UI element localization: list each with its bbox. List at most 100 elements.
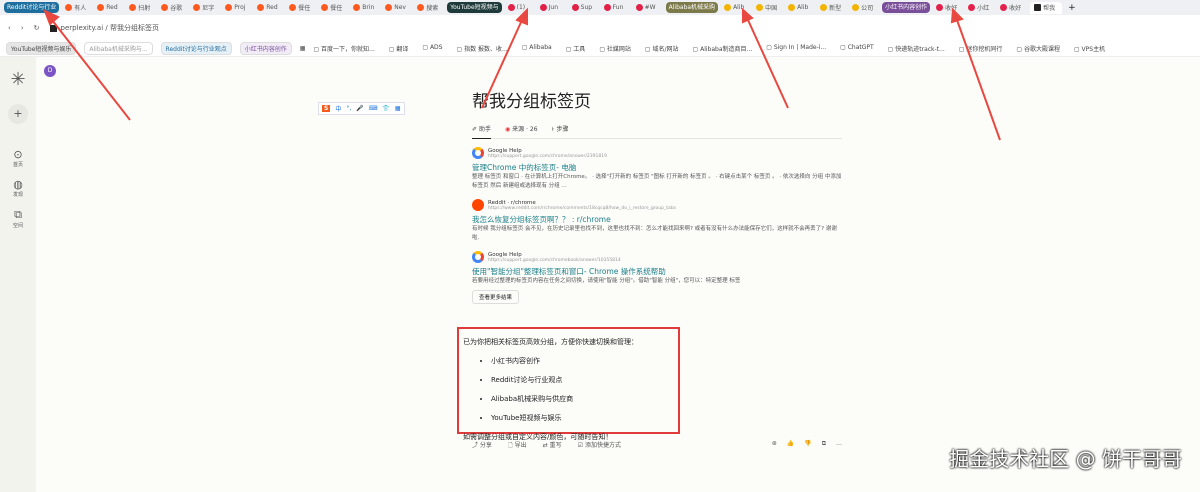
tab-group-youtube[interactable]: YouTube短视频与 [447,2,502,13]
browser-tab[interactable]: Red [253,2,285,14]
copy-icon[interactable]: ⧉ [822,440,826,451]
browser-tab[interactable]: 收好 [932,2,964,14]
favicon-icon [321,4,329,11]
grid-icon[interactable]: ▦ [395,105,401,112]
export-button[interactable]: 🗋 导出 [508,440,527,451]
bookmark-item[interactable]: ▢ 工具 [566,44,586,53]
result-url[interactable]: https://www.reddit.com/r/chrome/comments… [488,206,676,211]
new-tab-button[interactable]: + [1068,3,1076,13]
watermark: 掘金技术社区 @ 饼干哥哥 [949,447,1182,471]
skin-icon[interactable]: 👕 [382,105,389,112]
bookmark-group[interactable]: Alibaba机械采购与... [84,42,153,55]
tab-steps[interactable]: ⊦ 步骤 [552,124,569,133]
browser-tab[interactable]: Brin [349,2,381,14]
result-title[interactable]: 我怎么恢复分组标签页啊？？ : r/chrome [472,214,842,225]
browser-tab[interactable]: 谷歌 [157,2,189,14]
back-icon[interactable]: ‹ [8,24,11,32]
sidebar-item-home[interactable]: ⊙ 首页 [13,148,23,168]
answer-tabs: ✐ 助手 ◉ 来源 · 26 ⊦ 步骤 [472,124,842,139]
url-field[interactable]: perplexity.ai / 帮我分组标签页 [49,23,159,33]
bookmark-item[interactable]: ▢ ChatGPT [840,44,874,53]
result-url[interactable]: https://support.google.com/chromebook/an… [488,258,621,263]
browser-tab[interactable]: Alib [720,2,752,14]
bookmark-item[interactable]: ▢ Alibaba制造商目... [693,44,753,53]
avatar[interactable]: D [44,65,56,77]
sidebar-item-discover[interactable]: ◍ 发现 [13,178,23,198]
favicon-icon [968,4,976,11]
browser-tab[interactable]: (1) [504,2,536,14]
rewrite-button[interactable]: ⇄ 重写 [543,440,562,451]
tab-group-alibaba[interactable]: Alibaba机械采购 [665,2,719,13]
browser-tab[interactable]: 餐任 [317,2,349,14]
bookmark-item[interactable]: ▢ 谷歌大殿课程 [1016,44,1060,53]
browser-tab[interactable]: 公司 [848,2,880,14]
ime-lang-button[interactable]: 中 [335,104,341,113]
favicon-icon [936,4,944,11]
browser-tab[interactable]: Jun [536,2,568,14]
google-icon [472,251,484,263]
tab-group-xhs[interactable]: 小红书内容创作 [882,2,931,13]
bookmark-item[interactable]: ▢ 快递轨迹track-t... [888,44,945,53]
tab-group-reddit[interactable]: Reddit讨论与行业 [4,2,60,13]
favicon-icon [603,4,611,11]
bookmark-item[interactable]: ▢ 翻译 [389,44,409,53]
browser-tab[interactable]: #W [632,2,664,14]
thumbs-up-icon[interactable]: 👍 [787,440,794,451]
bookmark-item[interactable]: ▢ 迷你挖机同行 [959,44,1003,53]
bookmark-group[interactable]: YouTube短视频与娱乐 [6,42,77,55]
browser-tab[interactable]: 有人 [61,2,93,14]
favicon-icon [225,4,233,11]
ime-punct-button[interactable]: °, [346,105,351,112]
tab-assistant[interactable]: ✐ 助手 [472,124,491,139]
more-icon[interactable]: … [836,440,842,451]
more-results-button[interactable]: 查看更多结果 [472,290,520,304]
result-url[interactable]: https://support.google.com/chrome/answer… [488,154,607,159]
spaces-icon: ⧉ [14,208,22,221]
browser-tab[interactable]: Red [93,2,125,14]
browser-tab[interactable]: Fun [600,2,632,14]
favicon-icon [353,4,361,11]
result-title[interactable]: 管理Chrome 中的标签页- 电脑 [472,162,842,173]
bookmark-group[interactable]: Reddit讨论与行业观点 [160,42,232,55]
perplexity-logo: ✳ [10,69,26,90]
bookmark-item[interactable]: ▢ 社媒网站 [599,44,631,53]
thumbs-down-icon[interactable]: 👎 [804,440,811,451]
tab-active[interactable]: 帮我 [1030,1,1063,14]
browser-tab[interactable]: 搜索 [413,2,445,14]
browser-tab[interactable]: 收好 [996,2,1028,14]
reload-icon[interactable]: ↻ [34,24,40,32]
sources-icon[interactable]: ⊛ [772,440,777,451]
browser-tab[interactable]: 餐任 [285,2,317,14]
browser-tab[interactable]: Sup [568,2,600,14]
bookmark-item[interactable]: ▢ Alibaba [522,44,552,53]
group-list-item: Alibaba机械采购与供应商 [491,390,674,409]
browser-tab[interactable]: 中国 [752,2,784,14]
share-button[interactable]: ⤴ 分享 [472,440,492,451]
browser-tab[interactable]: 小红 [964,2,996,14]
browser-tab[interactable]: Alib [784,2,816,14]
mic-icon[interactable]: 🎤 [356,105,363,112]
bookmark-item[interactable]: ▢ 百度一下，你就知... [313,44,374,53]
bookmark-item[interactable]: ▢ 域名/网站 [645,44,679,53]
browser-tab[interactable]: Nev [381,2,413,14]
browser-tab[interactable]: Proj [221,2,253,14]
sources-icon: ◉ [504,126,511,133]
browser-tab[interactable]: 扫射 [125,2,157,14]
result-title[interactable]: 使用"智能分组"整理标签页和窗口- Chrome 操作系统帮助 [472,266,842,277]
bookmark-item[interactable]: ▢ Sign In | Made-i... [766,44,826,53]
bookmark-item[interactable]: ▢ VPS主机 [1074,44,1105,53]
browser-tab[interactable]: 新型 [816,2,848,14]
apps-icon[interactable]: ▦ [300,45,306,52]
page-title: 帮我分组标签页 [472,92,591,112]
bookmark-group[interactable]: 小红书内容创作 [239,42,292,55]
forward-icon[interactable]: › [21,24,24,32]
add-shortcut-button[interactable]: ☑ 添加快捷方式 [578,440,621,451]
new-thread-button[interactable]: + [8,104,28,124]
tab-sources[interactable]: ◉ 来源 · 26 [505,124,538,133]
keyboard-icon[interactable]: ⌨ [369,105,378,112]
bookmark-item[interactable]: ▢ 指数 报数、收... [457,44,508,53]
perplexity-icon [1034,4,1042,11]
browser-tab[interactable]: 尼字 [189,2,221,14]
bookmark-item[interactable]: ▢ ADS [422,44,442,53]
sidebar-item-spaces[interactable]: ⧉ 空间 [13,208,23,229]
